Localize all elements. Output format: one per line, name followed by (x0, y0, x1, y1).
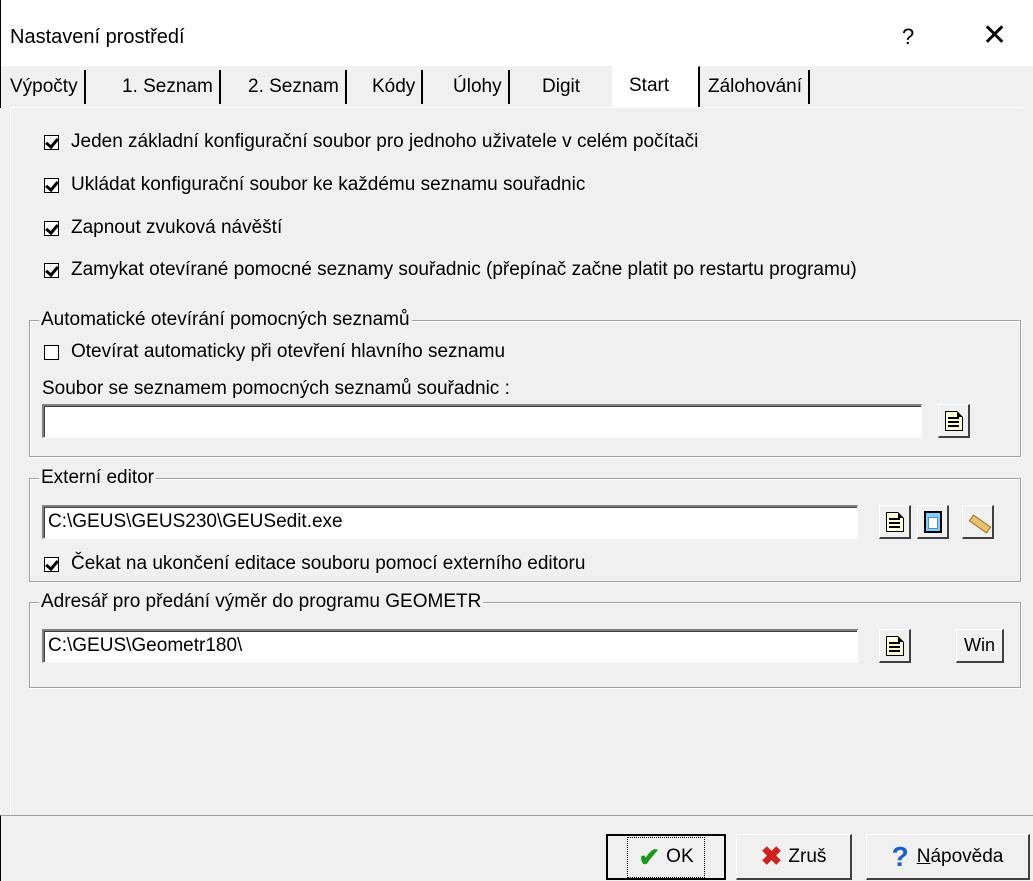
option-config-per-list-label: Ukládat konfigurační soubor ke každému s… (71, 174, 586, 195)
pencil-icon (967, 512, 989, 532)
tab-panel-start (10, 107, 1023, 816)
check-icon: ✔ (638, 841, 661, 872)
cross-icon: ✖ (760, 841, 783, 871)
tab-digit[interactable]: Digit (536, 70, 586, 104)
tab-seznam-2[interactable]: 2. Seznam (242, 70, 347, 104)
notepad-icon (923, 510, 942, 533)
geometr-win-button[interactable]: Win (956, 629, 1004, 663)
tab-ulohy[interactable]: Úlohy (447, 70, 510, 104)
geometr-browse-button[interactable] (879, 629, 911, 663)
cancel-button[interactable]: ✖ Zruš (736, 834, 852, 880)
checkbox-wait-editor[interactable] (44, 556, 59, 572)
cancel-button-label: Zruš (788, 845, 827, 867)
question-icon: ? (891, 840, 909, 872)
tab-start[interactable]: Start (612, 66, 700, 109)
auto-open-browse-button[interactable] (938, 404, 970, 438)
option-auto-open[interactable]: Otevírat automaticky při otevření hlavní… (44, 341, 505, 363)
option-config-per-list[interactable]: Ukládat konfigurační soubor ke každému s… (44, 174, 585, 196)
option-auto-open-label: Otevírat automaticky při otevření hlavní… (71, 341, 506, 362)
document-icon (885, 511, 904, 532)
option-single-config-label: Jeden základní konfigurační soubor pro j… (71, 131, 699, 152)
option-wait-editor[interactable]: Čekat na ukončení editace souboru pomocí… (44, 553, 585, 575)
external-editor-path-input[interactable]: C:\GEUS\GEUS230\GEUSedit.exe (42, 505, 858, 539)
tab-zalohovani[interactable]: Zálohování (702, 70, 811, 104)
option-sound-label: Zapnout zvuková návěští (71, 217, 283, 238)
checkbox-sound[interactable] (44, 220, 59, 236)
auto-open-group-title: Automatické otevírání pomocných seznamů (39, 309, 412, 331)
option-lock-lists[interactable]: Zamykat otevírané pomocné seznamy souřad… (44, 259, 857, 281)
option-single-config[interactable]: Jeden základní konfigurační soubor pro j… (44, 131, 698, 153)
tab-vypocty[interactable]: Výpočty (4, 70, 86, 104)
checkbox-single-config[interactable] (44, 134, 59, 150)
auto-open-file-label: Soubor se seznamem pomocných seznamů sou… (42, 378, 510, 399)
option-lock-lists-label: Zamykat otevírané pomocné seznamy souřad… (71, 259, 857, 280)
checkbox-lock-lists[interactable] (44, 262, 59, 278)
document-icon (885, 635, 904, 656)
auto-open-file-input[interactable] (42, 404, 922, 438)
close-button[interactable]: ✕ (982, 18, 1007, 53)
tab-kody[interactable]: Kódy (366, 70, 424, 104)
document-icon (944, 410, 963, 431)
option-wait-editor-label: Čekat na ukončení editace souboru pomocí… (71, 553, 586, 574)
option-sound[interactable]: Zapnout zvuková návěští (44, 217, 282, 239)
ok-button-label: OK (666, 846, 694, 867)
checkbox-config-per-list[interactable] (44, 177, 59, 193)
help-button[interactable]: ? (902, 24, 914, 50)
geometr-group-title: Adresář pro předání výměr do programu GE… (39, 591, 484, 613)
external-editor-group-title: Externí editor (39, 467, 156, 489)
geometr-path-input[interactable]: C:\GEUS\Geometr180\ (42, 629, 858, 663)
ok-button[interactable]: ✔ OK (606, 834, 726, 880)
external-editor-edit-button[interactable] (962, 505, 994, 539)
external-editor-notepad-button[interactable] (917, 505, 949, 539)
help-dialog-button[interactable]: ? Nápověda (866, 834, 1030, 880)
tab-seznam-1[interactable]: 1. Seznam (116, 70, 221, 104)
help-button-label: Nápověda (916, 845, 1004, 867)
window-title: Nastavení prostředí (10, 26, 185, 48)
external-editor-browse-button[interactable] (879, 505, 911, 539)
checkbox-auto-open[interactable] (44, 344, 59, 360)
